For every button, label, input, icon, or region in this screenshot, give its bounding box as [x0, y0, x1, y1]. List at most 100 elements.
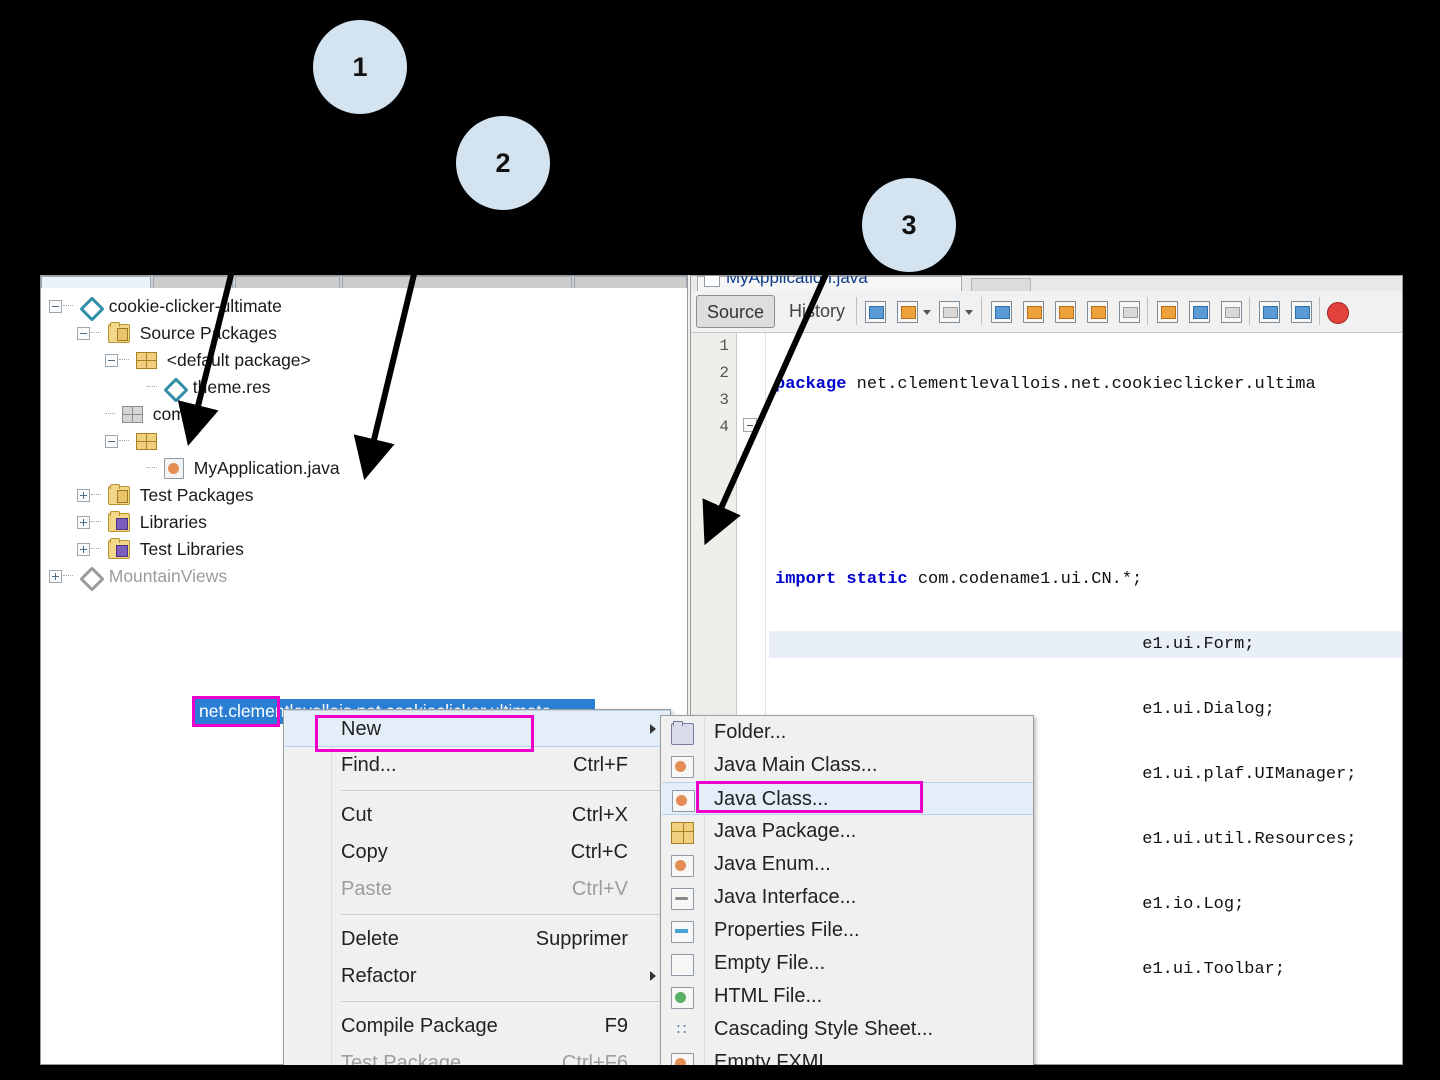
expand-toggle-icon[interactable] — [77, 542, 90, 556]
submenu-item-folder[interactable]: Folder... — [671, 716, 1033, 749]
new-submenu[interactable]: Folder... Java Main Class... Java Class.… — [660, 715, 1034, 1065]
menu-item-cut[interactable]: Cut Ctrl+X — [331, 797, 670, 834]
explorer-tab-projects[interactable] — [41, 276, 151, 288]
tree-line — [91, 548, 101, 550]
menu-item-accelerator: Supprimer — [535, 928, 628, 950]
tree-label-myapplication: MyApplication.java — [193, 457, 340, 478]
submenu-item-cascading-style-sheet[interactable]: ∷ Cascading Style Sheet... — [677, 1013, 1033, 1046]
tree-node-test-libraries[interactable]: Test Libraries — [47, 535, 687, 562]
test-libraries-folder-icon — [107, 537, 130, 559]
tree-node-mountainviews[interactable]: MountainViews — [47, 562, 687, 592]
toolbar-separator — [981, 297, 982, 325]
tree-label-test-libraries: Test Libraries — [139, 538, 244, 559]
editor-tab-strip[interactable]: MyApplication.java — [691, 276, 1402, 291]
explorer-tab-files[interactable] — [153, 276, 233, 288]
expand-toggle-icon[interactable] — [49, 569, 62, 583]
toggle-highlight-icon[interactable] — [1085, 300, 1110, 324]
tree-node-theme-res[interactable]: theme.res — [47, 373, 687, 403]
menu-item-copy[interactable]: Copy Ctrl+C — [331, 834, 670, 871]
submenu-item-java-package[interactable]: Java Package... — [671, 815, 1033, 848]
context-menu[interactable]: New Find... Ctrl+F Cut Ctrl+X Copy Ctrl+… — [283, 709, 671, 1065]
folder-icon — [671, 721, 694, 745]
toggle-bookmark-icon[interactable] — [1219, 300, 1244, 324]
chevron-down-icon[interactable] — [965, 310, 973, 315]
stop-icon[interactable] — [1327, 302, 1349, 324]
submenu-item-empty-file[interactable]: Empty File... — [671, 947, 1033, 980]
shift-line-left-icon[interactable] — [1257, 300, 1282, 324]
expand-toggle-icon[interactable] — [77, 488, 90, 502]
selected-package-highlight-box — [192, 696, 280, 727]
empty-file-icon — [671, 954, 694, 976]
new-menu-highlight-box — [315, 715, 534, 752]
menu-item-label: Find... — [341, 754, 397, 776]
submenu-item-properties-file[interactable]: Properties File... — [671, 914, 1033, 947]
submenu-item-html-file[interactable]: HTML File... — [671, 980, 1033, 1013]
tree-line — [119, 359, 129, 361]
expand-toggle-icon[interactable] — [77, 326, 90, 340]
menu-item-compile-package[interactable]: Compile Package F9 — [331, 1008, 670, 1045]
java-file-icon — [704, 276, 720, 287]
editor-tab-secondary[interactable] — [971, 278, 1031, 291]
rectangular-selection-icon[interactable] — [1117, 300, 1142, 324]
expand-toggle-icon[interactable] — [77, 515, 90, 529]
package-empty-icon — [121, 405, 143, 423]
tree-line — [63, 575, 73, 577]
screenshot-stage: 1 2 3 cookie-clicker-ultimate Source Pac… — [0, 0, 1440, 1080]
expand-toggle-icon[interactable] — [105, 434, 118, 448]
last-edit-icon[interactable] — [863, 300, 888, 324]
submenu-item-java-main-class[interactable]: Java Main Class... — [671, 749, 1033, 782]
submenu-item-label: Empty File... — [714, 952, 826, 974]
explorer-tab-extra[interactable] — [342, 276, 572, 288]
line-number: 1 — [719, 337, 729, 355]
submenu-item-java-enum[interactable]: Java Enum... — [671, 848, 1033, 881]
code-fold-toggle-icon[interactable] — [743, 418, 757, 432]
callout-label-1: 1 — [352, 51, 368, 82]
tree-node-selected-package[interactable] — [47, 427, 687, 454]
expand-toggle-icon[interactable] — [49, 299, 62, 313]
next-bookmark-icon[interactable] — [1187, 300, 1212, 324]
menu-separator — [341, 790, 660, 791]
tree-node-test-packages[interactable]: Test Packages — [47, 481, 687, 508]
tree-node-com[interactable]: com — [47, 400, 687, 427]
tree-node-source-packages[interactable]: Source Packages — [47, 319, 687, 346]
menu-item-delete[interactable]: Delete Supprimer — [331, 921, 670, 958]
tree-node-libraries[interactable]: Libraries — [47, 508, 687, 535]
submenu-item-label: Java Package... — [714, 820, 857, 842]
previous-bookmark-icon[interactable] — [1155, 300, 1180, 324]
menu-item-accelerator: Ctrl+F — [573, 754, 628, 776]
menu-item-find[interactable]: Find... Ctrl+F — [331, 747, 670, 784]
menu-item-label: Cut — [341, 804, 373, 826]
tree-line — [91, 521, 101, 523]
submenu-item-java-interface[interactable]: Java Interface... — [671, 881, 1033, 914]
java-class-icon — [163, 457, 184, 479]
java-interface-icon — [671, 888, 694, 910]
expand-toggle-icon[interactable] — [105, 353, 118, 367]
menu-item-label: Compile Package — [341, 1015, 498, 1037]
find-next-icon[interactable] — [1053, 300, 1078, 324]
editor-tab-title: MyApplication.java — [726, 275, 868, 287]
shift-left-icon[interactable] — [895, 300, 920, 324]
tree-node-myapplication[interactable]: MyApplication.java — [47, 454, 687, 481]
submenu-item-empty-fxml[interactable]: Empty FXML... — [671, 1046, 1033, 1065]
chevron-down-icon[interactable] — [923, 310, 931, 315]
code-line: package net.clementlevallois.net.cookiec… — [775, 375, 1316, 394]
tree-line — [105, 413, 115, 415]
tree-node-default-package[interactable]: <default package> — [47, 346, 687, 373]
tab-source[interactable]: Source — [696, 295, 776, 328]
code-line: import static com.codename1.ui.CN.*; — [775, 570, 1143, 589]
explorer-tab-strip[interactable] — [41, 276, 687, 288]
tree-line — [63, 305, 73, 307]
shift-line-right-icon[interactable] — [1289, 300, 1314, 324]
package-icon — [135, 432, 157, 450]
shift-right-icon[interactable] — [937, 300, 962, 324]
explorer-tab-services[interactable] — [235, 276, 340, 288]
find-selection-icon[interactable] — [989, 300, 1014, 324]
tab-history[interactable]: History — [779, 295, 855, 328]
menu-item-refactor[interactable]: Refactor — [331, 958, 670, 995]
project-tree: cookie-clicker-ultimate Source Packages … — [47, 292, 687, 592]
editor-tab-myapplication[interactable]: MyApplication.java — [697, 276, 962, 291]
properties-file-icon — [671, 921, 694, 943]
tree-node-project[interactable]: cookie-clicker-ultimate — [47, 292, 687, 322]
find-previous-icon[interactable] — [1021, 300, 1046, 324]
